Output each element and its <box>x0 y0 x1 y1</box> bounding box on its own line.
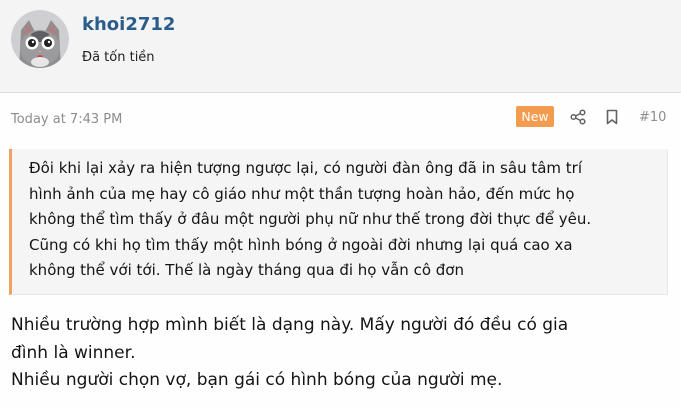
bookmark-icon[interactable] <box>605 109 619 125</box>
username-link[interactable]: khoi2712 <box>82 14 175 35</box>
quote-text: Đôi khi lại xảy ra hiện tượng ngược lại,… <box>29 156 667 284</box>
quote-line: hình ảnh của mẹ hay cô giáo như một thần… <box>29 184 575 203</box>
body-line: đình là winner. <box>11 342 136 363</box>
post-body: Nhiều trường hợp mình biết là dạng này. … <box>11 312 671 395</box>
avatar[interactable] <box>11 10 69 68</box>
cat-avatar-icon <box>11 10 69 68</box>
quote-block: Đôi khi lại xảy ra hiện tượng ngược lại,… <box>9 149 668 295</box>
user-header: khoi2712 Đã tốn tiền <box>0 0 681 93</box>
body-line: Nhiều trường hợp mình biết là dạng này. … <box>11 315 569 335</box>
quote-line: không thể tìm thấy ở đâu một người phụ n… <box>29 210 592 229</box>
post-timestamp[interactable]: Today at 7:43 PM <box>11 112 122 127</box>
new-badge: New <box>516 106 554 127</box>
quote-line: không thể với tới. Thế là ngày tháng qua… <box>29 261 464 280</box>
quote-line: Đôi khi lại xảy ra hiện tượng ngược lại,… <box>29 159 583 177</box>
user-title: Đã tốn tiền <box>82 50 155 65</box>
quote-line: Cũng có khi họ tìm thấy một hình bóng ở … <box>29 235 573 254</box>
post-number-link[interactable]: #10 <box>639 110 666 125</box>
share-icon[interactable] <box>570 109 586 125</box>
body-line: Nhiều người chọn vợ, bạn gái có hình bón… <box>11 370 503 390</box>
